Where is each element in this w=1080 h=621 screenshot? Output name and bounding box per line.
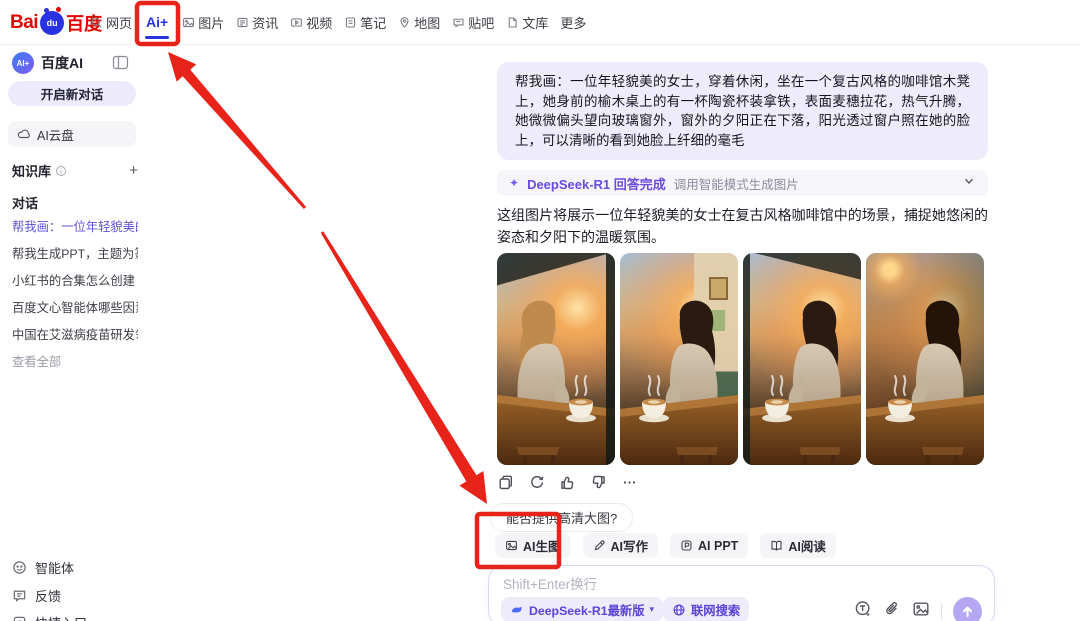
image-icon [505,539,518,552]
more-actions-icon[interactable] [621,474,638,491]
chat-history-item-2[interactable]: 帮我生成PPT，主题为篆刻... [12,244,138,262]
doc-icon [506,16,519,29]
nav-items: 网页 Ai+ 图片 资讯 视频 笔记 地图 [90,0,586,44]
generated-image-1[interactable] [497,253,615,465]
nav-tab-maps[interactable]: 地图 [398,13,440,32]
nav-tab-tieba[interactable]: 贴吧 [452,13,494,32]
image-icon [182,16,195,29]
pen-icon [593,539,606,552]
map-pin-icon [398,16,411,29]
ai-image-button[interactable]: AI生图 [495,533,571,558]
caret-down-icon: ▾ [650,604,655,615]
suggestion-chip[interactable]: 能否提供高清大图? [490,503,633,532]
knowledge-base-row[interactable]: 知识库 + [12,161,138,180]
nav-tab-ai-plus[interactable]: Ai+ [144,14,170,30]
sidebar-collapse-icon[interactable] [112,54,129,71]
logo-bai-text: Bai [10,12,38,34]
assistant-answer-text: 这组图片将展示一位年轻貌美的女士在复古风格咖啡馆中的场景，捕捉她悠闲的姿态和夕阳… [497,205,988,248]
cloud-icon [17,127,31,141]
thumbs-up-icon[interactable] [559,474,576,491]
latte-cup [639,376,669,422]
baidu-paw-icon: du [40,11,64,35]
send-button[interactable] [953,597,982,621]
web-search-toggle[interactable]: 联网搜索 [663,597,749,621]
nav-tab-video[interactable]: 视频 [290,13,332,32]
sparkle-icon: ✦ [509,176,519,190]
deepseek-whale-icon [510,603,524,617]
nav-tab-more[interactable]: 更多 [560,13,586,32]
generated-image-3[interactable] [743,253,861,465]
regenerate-icon[interactable] [528,474,545,491]
note-icon [344,16,357,29]
insert-image-icon[interactable] [912,600,930,621]
sidebar-item-shortcuts[interactable]: 快捷入口 [12,613,87,621]
chevron-down-icon[interactable] [962,174,976,193]
chat-history-item-4[interactable]: 百度文心智能体哪些因素会... [12,298,138,316]
latte-cup [762,376,792,422]
info-icon [55,165,67,177]
chat-history-item-1[interactable]: 帮我画：一位年轻貌美的女... [12,217,138,235]
ai-reading-button[interactable]: AI阅读 [760,533,836,558]
baidu-ai-logo-icon: AI+ [12,52,34,74]
nav-tab-webpage[interactable]: 网页 [90,13,132,32]
shortcut-icon [12,615,27,621]
ai-plus-logo: Ai+ [146,14,168,30]
divider [941,603,942,620]
book-icon [770,539,783,552]
user-message-bubble: 帮我画：一位年轻貌美的女士，穿着休闲，坐在一个复古风格的咖啡馆木凳上，她身前的榆… [497,62,988,160]
tieba-icon [452,16,465,29]
model-status-bar[interactable]: ✦ DeepSeek-R1 回答完成 调用智能模式生成图片 [497,170,988,196]
annotation-arrow-to-ai-plus [168,52,306,209]
generated-images-row [497,253,984,465]
search-icon [90,16,103,29]
baidu-ai-chat-screen: Bai du 百度 网页 Ai+ 图片 资讯 视频 [0,0,1080,621]
model-selector-pill[interactable]: DeepSeek-R1最新版 ▾ [501,597,663,621]
feedback-icon [12,588,27,603]
agent-icon [12,560,27,575]
model-done-label: DeepSeek-R1 回答完成 [527,174,666,193]
ai-writing-button[interactable]: AI写作 [583,533,659,558]
chats-header: 对话 [12,193,38,212]
add-knowledge-base-button[interactable]: + [129,162,138,179]
news-icon [236,16,249,29]
latte-cup [566,376,596,422]
composer: DeepSeek-R1最新版 ▾ 联网搜索 [488,565,995,621]
generated-image-2[interactable] [620,253,738,465]
new-chat-button[interactable]: 开启新对话 [8,81,136,106]
annotation-arrow-to-ai-image [321,231,487,504]
nav-tab-notes[interactable]: 笔记 [344,13,386,32]
thumbs-down-icon[interactable] [590,474,607,491]
sidebar-app-title: 百度AI [41,53,83,73]
latte-cup [885,376,915,422]
ppt-icon [680,539,693,552]
ai-ppt-button[interactable]: AI PPT [670,533,748,558]
generated-image-4[interactable] [866,253,984,465]
arrow-up-icon [960,604,975,619]
text-command-icon[interactable] [854,600,872,621]
attachment-icon[interactable] [883,600,901,621]
mode-label: 调用智能模式生成图片 [674,174,799,193]
sidebar-item-feedback[interactable]: 反馈 [12,586,61,605]
chat-history-item-3[interactable]: 小红书的合集怎么创建 [12,271,138,289]
composer-input[interactable] [503,573,903,595]
copy-icon[interactable] [497,474,514,491]
ai-feature-buttons: AI生图 AI写作 AI PPT AI阅读 [495,533,836,558]
baidu-logo[interactable]: Bai du 百度 [10,10,102,36]
sidebar-item-ai-cloud[interactable]: AI云盘 [8,121,136,147]
sidebar: AI+ 百度AI 开启新对话 AI云盘 知识库 + 对话 帮我画：一位年轻貌美的… [0,45,150,621]
sidebar-item-agents[interactable]: 智能体 [12,558,74,577]
globe-icon [672,603,686,617]
nav-tab-news[interactable]: 资讯 [236,13,278,32]
answer-actions-row [497,474,638,491]
nav-tab-images[interactable]: 图片 [182,13,224,32]
view-all-chats-link[interactable]: 查看全部 [12,352,61,370]
top-navbar: Bai du 百度 网页 Ai+ 图片 资讯 视频 [0,0,1080,45]
chat-history-item-5[interactable]: 中国在艾滋病疫苗研发领域... [12,325,138,343]
nav-tab-wenku[interactable]: 文库 [506,13,548,32]
video-icon [290,16,303,29]
